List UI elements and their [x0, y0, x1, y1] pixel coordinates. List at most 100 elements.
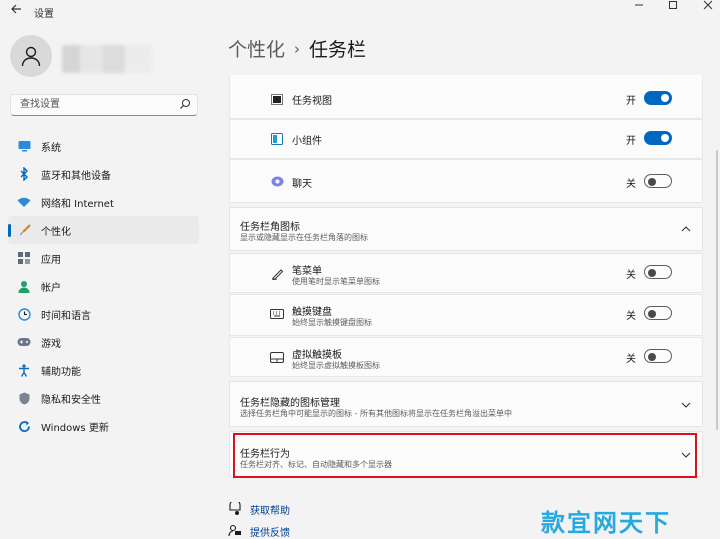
- setting-description: 使用笔时显示笔菜单图标: [292, 277, 380, 286]
- scrollbar[interactable]: [716, 150, 718, 430]
- apps-icon: [17, 251, 31, 265]
- chat-icon: [270, 175, 284, 189]
- toggle-state-label: 开: [626, 136, 636, 147]
- setting-row-widgets[interactable]: 小组件 开: [229, 119, 703, 159]
- setting-row-virtual-touchpad[interactable]: 虚拟触摸板 始终显示虚拟触摸板图标 关: [229, 337, 703, 377]
- back-arrow-icon: [11, 4, 21, 14]
- setting-label: 笔菜单: [292, 266, 322, 277]
- section-title: 任务栏角图标: [240, 222, 300, 233]
- sidebar-item-label: 个性化: [41, 226, 71, 238]
- pen-menu-toggle[interactable]: [644, 265, 672, 279]
- setting-description: 始终显示虚拟触摸板图标: [292, 361, 380, 370]
- gamepad-icon: [17, 335, 31, 349]
- sidebar-item-network[interactable]: 网络和 Internet: [8, 188, 199, 216]
- virtual-touchpad-toggle[interactable]: [644, 349, 672, 363]
- setting-row-task-view[interactable]: 任务视图 开: [229, 75, 703, 119]
- feedback-icon: [228, 524, 241, 537]
- keyboard-icon: [270, 307, 284, 321]
- close-button[interactable]: [690, 0, 720, 14]
- sidebar-item-privacy[interactable]: 隐私和安全性: [8, 384, 199, 412]
- search-icon[interactable]: [179, 98, 191, 110]
- overflow-icons-section[interactable]: 任务栏隐藏的图标管理 选择任务栏角中可能显示的图标 - 所有其他图标将显示在任务…: [229, 381, 703, 427]
- sidebar-item-system[interactable]: 系统: [8, 132, 199, 160]
- highlight-box: [233, 433, 697, 478]
- page-title: 任务栏: [309, 39, 367, 61]
- sidebar-item-apps[interactable]: 应用: [8, 244, 199, 272]
- sidebar-item-label: 游戏: [41, 338, 61, 350]
- sidebar-nav: 系统 蓝牙和其他设备 网络和 Internet 个性化 应用 帐户 时间和语言 …: [8, 132, 199, 440]
- pen-icon: [270, 266, 284, 280]
- sidebar-item-windows-update[interactable]: Windows 更新: [8, 412, 199, 440]
- sidebar-item-gaming[interactable]: 游戏: [8, 328, 199, 356]
- user-icon: [21, 46, 41, 67]
- link-label: 获取帮助: [250, 506, 290, 517]
- search-box[interactable]: [10, 94, 198, 116]
- sidebar-item-label: 隐私和安全性: [41, 394, 101, 406]
- widgets-toggle[interactable]: [644, 131, 672, 145]
- toggle-state-label: 关: [626, 354, 636, 365]
- user-name-redacted: [62, 45, 152, 73]
- sidebar-item-accessibility[interactable]: 辅助功能: [8, 356, 199, 384]
- setting-label: 虚拟触摸板: [292, 350, 342, 361]
- help-icon: [229, 502, 241, 515]
- setting-description: 始终显示触摸键盘图标: [292, 318, 372, 327]
- setting-label: 触摸键盘: [292, 307, 332, 318]
- accessibility-icon: [17, 363, 31, 377]
- section-subtitle: 选择任务栏角中可能显示的图标 - 所有其他图标将显示在任务栏角溢出菜单中: [240, 409, 512, 418]
- feedback-link[interactable]: 提供反馈: [228, 523, 328, 539]
- minimize-icon: [635, 4, 643, 6]
- sidebar-item-label: 网络和 Internet: [41, 198, 114, 210]
- globe-clock-icon: [17, 307, 31, 321]
- sidebar-item-label: 帐户: [41, 282, 61, 294]
- person-icon: [17, 279, 31, 293]
- setting-row-chat[interactable]: 聊天 关: [229, 159, 703, 203]
- get-help-link[interactable]: 获取帮助: [228, 501, 328, 517]
- sidebar-item-label: 系统: [41, 142, 61, 154]
- window-title: 设置: [34, 9, 54, 20]
- chevron-up-icon[interactable]: [680, 223, 692, 235]
- chat-toggle[interactable]: [644, 174, 672, 188]
- section-subtitle: 显示或隐藏显示在任务栏角落的图标: [240, 233, 368, 242]
- touchpad-icon: [270, 350, 284, 364]
- search-input[interactable]: [18, 98, 172, 111]
- toggle-state-label: 开: [626, 96, 636, 107]
- sidebar-item-label: 应用: [41, 254, 61, 266]
- setting-label: 任务视图: [292, 96, 332, 107]
- monitor-icon: [17, 139, 31, 153]
- section-title: 任务栏隐藏的图标管理: [240, 398, 340, 409]
- sidebar-item-accounts[interactable]: 帐户: [8, 272, 199, 300]
- maximize-button[interactable]: [655, 0, 691, 14]
- toggle-state-label: 关: [626, 311, 636, 322]
- maximize-icon: [669, 1, 677, 9]
- touch-keyboard-toggle[interactable]: [644, 306, 672, 320]
- breadcrumb: 个性化 › 任务栏: [228, 35, 366, 62]
- wifi-icon: [17, 195, 31, 209]
- bluetooth-icon: [17, 167, 31, 181]
- setting-row-touch-keyboard[interactable]: 触摸键盘 始终显示触摸键盘图标 关: [229, 294, 703, 336]
- title-bar: 设置: [0, 0, 720, 24]
- breadcrumb-parent[interactable]: 个性化: [228, 39, 285, 61]
- update-icon: [17, 419, 31, 433]
- sidebar-item-personalization[interactable]: 个性化: [8, 216, 199, 244]
- sidebar-item-label: 辅助功能: [41, 366, 81, 378]
- link-label: 提供反馈: [250, 528, 290, 539]
- back-button[interactable]: [8, 3, 24, 19]
- corner-icons-header[interactable]: 任务栏角图标 显示或隐藏显示在任务栏角落的图标: [229, 207, 703, 251]
- watermark: 款宜网天下: [541, 509, 671, 537]
- setting-label: 聊天: [292, 179, 312, 190]
- close-icon: [703, 0, 713, 10]
- minimize-button[interactable]: [621, 0, 657, 14]
- avatar[interactable]: [10, 35, 52, 77]
- shield-icon: [17, 391, 31, 405]
- sidebar-item-time-language[interactable]: 时间和语言: [8, 300, 199, 328]
- setting-row-pen-menu[interactable]: 笔菜单 使用笔时显示笔菜单图标 关: [229, 253, 703, 293]
- sidebar-item-label: 蓝牙和其他设备: [41, 170, 111, 182]
- task-view-toggle[interactable]: [644, 91, 672, 105]
- toggle-state-label: 关: [626, 179, 636, 190]
- sidebar-item-bluetooth[interactable]: 蓝牙和其他设备: [8, 160, 199, 188]
- widgets-icon: [270, 132, 284, 146]
- chevron-down-icon[interactable]: [680, 399, 692, 411]
- setting-label: 小组件: [292, 136, 322, 147]
- toggle-state-label: 关: [626, 270, 636, 281]
- sidebar-item-label: 时间和语言: [41, 310, 91, 322]
